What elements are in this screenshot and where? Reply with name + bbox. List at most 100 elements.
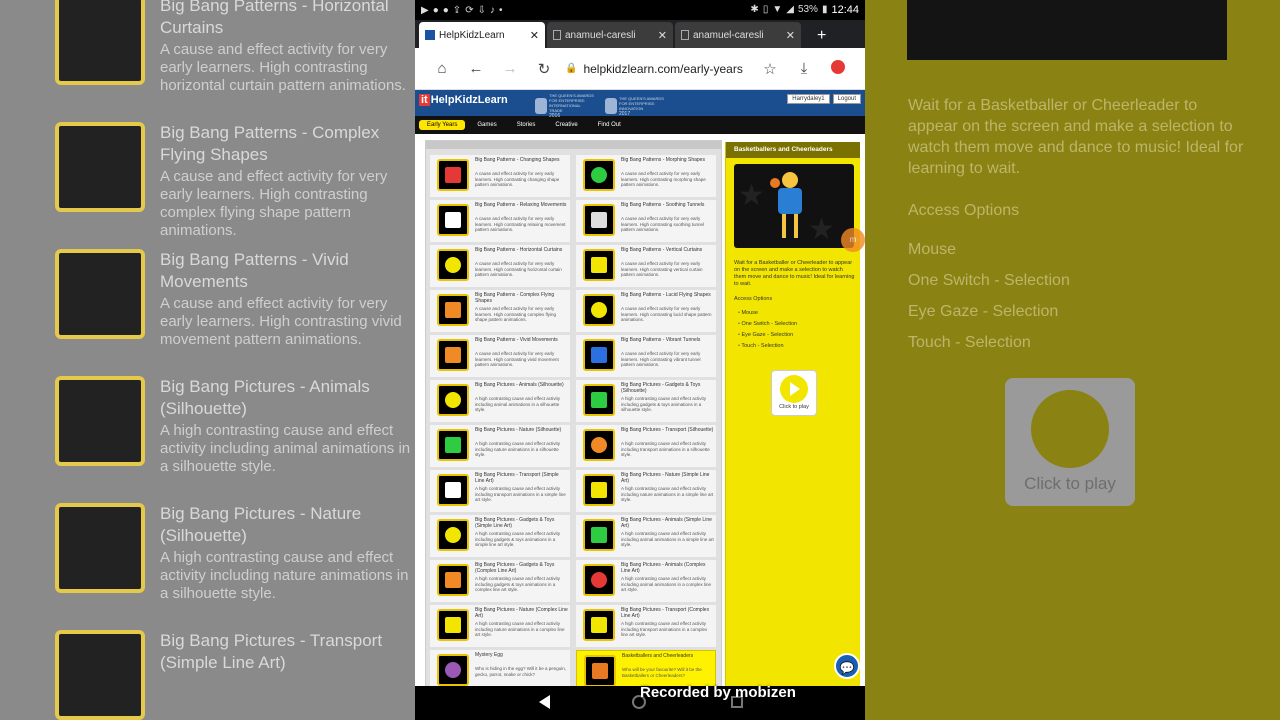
backdrop-thumbnail <box>55 376 145 466</box>
click-to-play-button[interactable]: Click to play <box>771 370 817 416</box>
activity-description: A cause and effect activity for very ear… <box>475 351 559 367</box>
close-icon[interactable]: ✕ <box>530 29 539 42</box>
reload-icon[interactable]: ↻ <box>527 60 561 78</box>
thumbnail-shape-icon <box>591 572 607 588</box>
username-button[interactable]: Harrydaley1 <box>787 94 830 104</box>
activity-description: A high contrasting cause and effect acti… <box>621 441 710 457</box>
activity-item[interactable]: Mystery Egg Who is hiding in the egg? Wil… <box>430 650 570 686</box>
thumbnail-shape-icon <box>591 347 607 363</box>
chat-icon[interactable]: 💬 <box>834 653 860 679</box>
access-option: One Switch - Selection <box>738 319 797 330</box>
close-icon[interactable]: ✕ <box>786 29 795 42</box>
activity-item[interactable]: Big Bang Pictures - Animals (Complex Lin… <box>576 560 716 602</box>
activity-item[interactable]: Big Bang Pictures - Nature (Silhouette) A… <box>430 425 570 467</box>
nav-find-out[interactable]: Find Out <box>590 120 629 130</box>
thumbnail-shape-icon <box>591 212 607 228</box>
activity-description: A cause and effect activity for very ear… <box>621 216 705 232</box>
activity-description: A cause and effect activity for very ear… <box>621 171 706 187</box>
sync-icon: ⟳ <box>465 4 474 16</box>
backdrop-preview-image <box>907 0 1227 60</box>
access-option: Touch - Selection <box>738 341 797 352</box>
mobizen-badge-icon[interactable]: m <box>841 228 865 252</box>
signal-icon: ◢ <box>786 4 794 15</box>
thumbnail-shape-icon <box>445 482 461 498</box>
activity-item[interactable]: Big Bang Pictures - Nature (Complex Line… <box>430 605 570 647</box>
activity-description: Who will be your favourite? Will it be t… <box>622 667 702 678</box>
document-icon <box>681 30 689 40</box>
play-label: Click to play <box>779 404 809 410</box>
thumbnail-shape-icon <box>445 257 461 273</box>
activity-item[interactable]: Big Bang Pictures - Animals (Silhouette)… <box>430 380 570 422</box>
tab-helpkidzlearn[interactable]: HelpKidzLearn ✕ <box>419 22 545 48</box>
activity-item[interactable]: Big Bang Pictures - Transport (Complex L… <box>576 605 716 647</box>
activity-item[interactable]: Big Bang Patterns - Morphing Shapes A cau… <box>576 155 716 197</box>
activity-item[interactable]: Big Bang Pictures - Gadgets & Toys (Silh… <box>576 380 716 422</box>
backdrop-option: One Switch - Selection <box>908 272 1070 289</box>
backdrop-item-title: Big Bang Pictures - Nature (Silhouette) <box>160 504 362 545</box>
backdrop-list-item: Big Bang Patterns - Complex Flying Shape… <box>45 122 415 239</box>
activity-item[interactable]: Big Bang Patterns - Changing Shapes A cau… <box>430 155 570 197</box>
backdrop-right: Wait for a Basketballer or Cheerleader t… <box>865 0 1280 720</box>
activity-thumbnail <box>583 429 615 461</box>
backdrop-play-icon <box>1031 390 1109 468</box>
play-icon <box>780 375 808 403</box>
forward-icon[interactable]: → <box>493 60 527 77</box>
nav-creative[interactable]: Creative <box>547 120 585 130</box>
activity-item[interactable]: Big Bang Patterns - Vibrant Tunnels A cau… <box>576 335 716 377</box>
nav-stories[interactable]: Stories <box>509 120 544 130</box>
backdrop-item-title: Big Bang Patterns - Vivid Movements <box>160 250 349 291</box>
activity-item[interactable]: Big Bang Patterns - Vivid Movements A cau… <box>430 335 570 377</box>
activity-item[interactable]: Big Bang Patterns - Complex Flying Shape… <box>430 290 570 332</box>
activity-title: Big Bang Pictures - Animals (Complex Lin… <box>621 562 706 574</box>
activity-title: Big Bang Patterns - Changing Shapes <box>475 157 560 163</box>
activity-description: A high contrasting cause and effect acti… <box>475 396 560 412</box>
activity-item[interactable]: Big Bang Patterns - Lucid Flying Shapes A… <box>576 290 716 332</box>
bookmark-star-icon[interactable]: ☆ <box>753 60 787 78</box>
activity-thumbnail <box>437 294 469 326</box>
download-icon: ⇩ <box>477 4 486 16</box>
activity-item[interactable]: Basketballers and Cheerleaders Who will b… <box>576 650 716 686</box>
site-logo[interactable]: it HelpKidzLearn <box>419 94 508 106</box>
address-bar[interactable]: 🔒 helpkidzlearn.com/early-years <box>565 54 749 84</box>
award-year: 2017 <box>619 110 631 117</box>
activity-item[interactable]: Big Bang Patterns - Vertical Curtains A c… <box>576 245 716 287</box>
web-page: it HelpKidzLearn THE QUEEN'S AWARDS FOR E… <box>415 90 865 686</box>
activity-item[interactable]: Big Bang Pictures - Transport (Simple Li… <box>430 470 570 512</box>
thumbnail-shape-icon <box>445 167 461 183</box>
activity-item[interactable]: Big Bang Patterns - Soothing Tunnels A ca… <box>576 200 716 242</box>
back-icon[interactable]: ← <box>459 60 493 77</box>
record-icon[interactable] <box>821 59 855 78</box>
activity-thumbnail <box>583 159 615 191</box>
backdrop-item-desc: A cause and effect activity for very ear… <box>160 295 402 348</box>
back-nav-icon[interactable] <box>539 695 550 709</box>
download-icon[interactable]: ⤓ <box>787 60 821 77</box>
close-icon[interactable]: ✕ <box>658 29 667 42</box>
backdrop-thumbnail <box>55 0 145 85</box>
activity-title: Big Bang Patterns - Lucid Flying Shapes <box>621 292 711 298</box>
activity-title: Big Bang Pictures - Gadgets & Toys (Simp… <box>475 517 555 529</box>
activity-item[interactable]: Big Bang Pictures - Transport (Silhouett… <box>576 425 716 467</box>
activity-thumbnail <box>437 519 469 551</box>
activity-item[interactable]: Big Bang Pictures - Gadgets & Toys (Simp… <box>430 515 570 557</box>
backdrop-item-desc: A cause and effect activity for very ear… <box>160 41 406 94</box>
tab-anamuel-1[interactable]: anamuel-caresli ✕ <box>547 22 673 48</box>
activity-item[interactable]: Big Bang Pictures - Gadgets & Toys (Comp… <box>430 560 570 602</box>
nav-games[interactable]: Games <box>469 120 504 130</box>
activity-item[interactable]: Big Bang Patterns - Horizontal Curtains A… <box>430 245 570 287</box>
award-text: THE QUEEN'S AWARDS FOR ENTERPRISE: INNOV… <box>619 95 664 111</box>
new-tab-button[interactable]: + <box>817 27 826 45</box>
tab-anamuel-2[interactable]: anamuel-caresli ✕ <box>675 22 801 48</box>
backdrop-left: Big Bang Patterns - Horizontal Curtains A… <box>0 0 415 720</box>
url-text: helpkidzlearn.com/early-years <box>583 61 743 76</box>
activity-item[interactable]: Big Bang Patterns - Relaxing Movements A … <box>430 200 570 242</box>
logout-button[interactable]: Logout <box>832 94 861 104</box>
home-icon[interactable]: ⌂ <box>425 60 459 77</box>
activity-item[interactable]: Big Bang Pictures - Nature (Simple Line … <box>576 470 716 512</box>
bell-icon: ♪ <box>489 4 495 16</box>
recording-watermark: Recorded by mobizen <box>640 684 796 701</box>
activity-thumbnail <box>437 609 469 641</box>
thumbnail-shape-icon <box>445 347 461 363</box>
activity-item[interactable]: Big Bang Pictures - Animals (Simple Line… <box>576 515 716 557</box>
nav-early-years[interactable]: Early Years <box>419 120 466 130</box>
screen-recording: Big Bang Patterns - Horizontal Curtains A… <box>0 0 1280 720</box>
